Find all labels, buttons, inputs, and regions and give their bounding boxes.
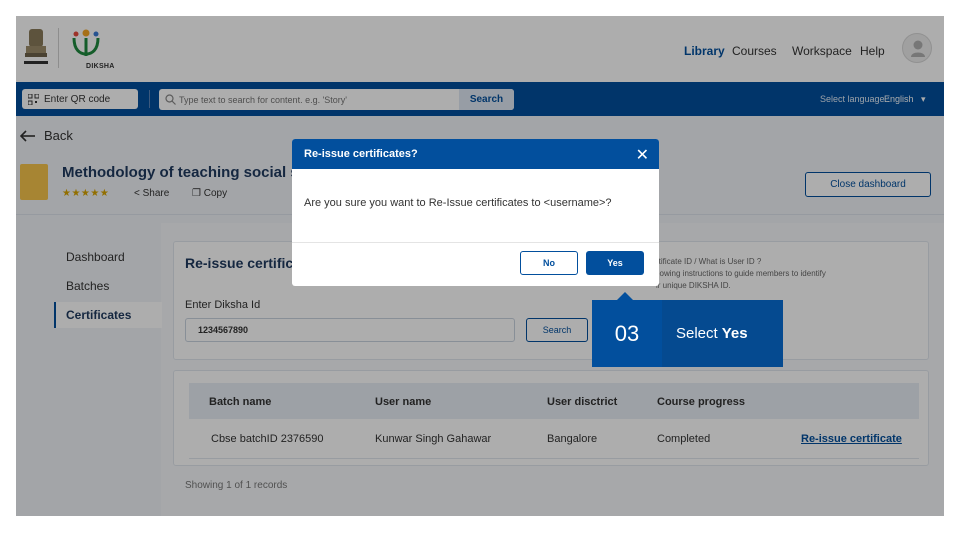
step-instruction: Select Yes (662, 300, 783, 367)
step-number: 03 (614, 320, 640, 346)
close-icon[interactable]: ✕ (636, 145, 649, 165)
dialog-header: Re-issue certificates? ✕ (292, 139, 659, 169)
app-frame: DIKSHA Library Courses Workspace Help En… (16, 16, 944, 516)
yes-button[interactable]: Yes (586, 251, 644, 275)
step-bold-text: Yes (721, 325, 748, 342)
confirm-dialog: Re-issue certificates? ✕ Are you sure yo… (292, 139, 659, 286)
dialog-title: Re-issue certificates? (304, 148, 418, 160)
no-button[interactable]: No (520, 251, 578, 275)
step-text: Select (676, 325, 718, 342)
step-callout: 03 Select Yes (592, 300, 783, 367)
dialog-message: Are you sure you want to Re-Issue certif… (292, 169, 659, 243)
